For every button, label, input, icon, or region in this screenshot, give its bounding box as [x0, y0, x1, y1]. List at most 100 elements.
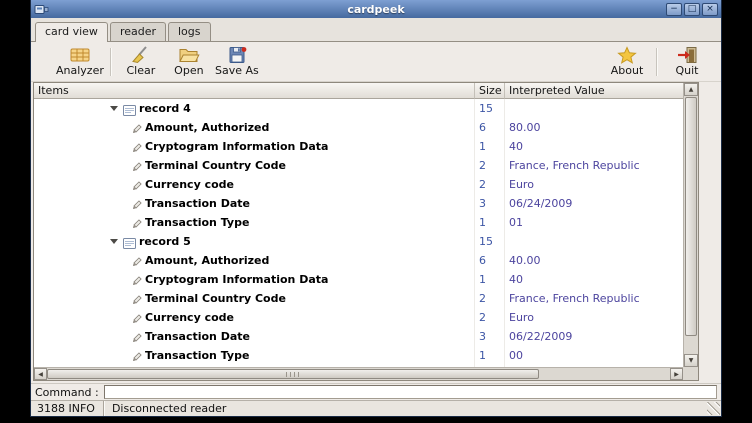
app-window: cardpeek − □ × card view reader logs [30, 0, 722, 417]
maximize-button[interactable]: □ [684, 3, 700, 16]
minimize-button[interactable]: − [666, 3, 682, 16]
column-header-size[interactable]: Size [475, 83, 505, 99]
tree-row[interactable]: record 4 15 [34, 99, 683, 118]
row-size: 15 [479, 99, 493, 118]
row-size: 1 [479, 213, 486, 232]
row-size: 2 [479, 175, 486, 194]
tree-row[interactable]: Amount, Authorized 6 40.00 [34, 251, 683, 270]
status-separator [103, 401, 105, 416]
screen-bezel: cardpeek − □ × card view reader logs [0, 0, 752, 423]
tree-viewport: record 4 15 Amount, Authorized 6 80.00 [34, 99, 683, 367]
row-value: Euro [509, 175, 534, 194]
row-size: 15 [479, 232, 493, 251]
close-button[interactable]: × [702, 3, 718, 16]
scroll-right-arrow-icon[interactable]: ▶ [670, 368, 683, 380]
tab-card-view[interactable]: card view [35, 22, 108, 42]
quit-button[interactable]: Quit [663, 43, 711, 80]
command-row: Command : [31, 383, 721, 400]
scrollbar-corner [683, 367, 698, 380]
row-value: 40 [509, 270, 523, 289]
tree-row[interactable]: Transaction Type 1 00 [34, 346, 683, 365]
vertical-scrollbar[interactable]: ▲ ▼ [683, 83, 698, 367]
row-value: 40 [509, 137, 523, 156]
toolbar-separator [656, 48, 658, 76]
clear-button[interactable]: Clear [117, 43, 165, 80]
scroll-down-arrow-icon[interactable]: ▼ [684, 354, 698, 367]
quit-door-icon [676, 46, 698, 64]
vertical-scrollbar-thumb[interactable] [685, 97, 697, 336]
row-value: 06/22/2009 [509, 327, 572, 346]
open-label: Open [174, 64, 203, 77]
tree-row[interactable]: Transaction Date 3 06/22/2009 [34, 327, 683, 346]
row-size: 1 [479, 270, 486, 289]
row-label: Transaction Type [145, 213, 249, 232]
save-as-button[interactable]: Save As [213, 43, 261, 80]
tree-row[interactable]: Amount, Authorized 6 80.00 [34, 118, 683, 137]
clear-broom-icon [130, 46, 152, 64]
open-button[interactable]: Open [165, 43, 213, 80]
column-header-interpreted-value[interactable]: Interpreted Value [505, 83, 683, 99]
row-size: 1 [479, 137, 486, 156]
scroll-up-arrow-icon[interactable]: ▲ [684, 83, 698, 96]
about-button[interactable]: About [603, 43, 651, 80]
row-value: 06/24/2009 [509, 194, 572, 213]
row-label: Transaction Date [145, 194, 250, 213]
tree-rows: record 4 15 Amount, Authorized 6 80.00 [34, 99, 683, 367]
window-controls: − □ × [666, 3, 718, 16]
row-value: France, French Republic [509, 289, 640, 308]
tree-row[interactable]: record 5 15 [34, 232, 683, 251]
row-label: Transaction Type [145, 346, 249, 365]
column-header-items[interactable]: Items [34, 83, 475, 99]
row-size: 1 [479, 346, 486, 365]
about-label: About [611, 64, 644, 77]
horizontal-scrollbar[interactable]: ◀ ▶ [34, 367, 683, 380]
row-label: Terminal Country Code [145, 289, 286, 308]
row-label: record 4 [139, 99, 191, 118]
cardpeek-app-icon[interactable] [34, 3, 49, 16]
tree-frame: Items Size Interpreted Value [33, 82, 699, 381]
row-label: Terminal Country Code [145, 156, 286, 175]
tab-logs[interactable]: logs [168, 22, 211, 41]
tree-row[interactable]: Cryptogram Information Data 1 40 [34, 137, 683, 156]
row-size: 2 [479, 308, 486, 327]
row-label: Cryptogram Information Data [145, 137, 328, 156]
tab-reader[interactable]: reader [110, 22, 166, 41]
tree-row[interactable]: Terminal Country Code 2 France, French R… [34, 289, 683, 308]
about-star-icon [616, 46, 638, 64]
status-bar: 3188 INFO Disconnected reader [31, 400, 721, 416]
scrollbar-grip-icon [286, 372, 300, 377]
analyzer-button[interactable]: Analyzer [55, 43, 105, 80]
expander-collapse-icon[interactable] [110, 106, 118, 111]
resize-grip-icon[interactable] [707, 402, 720, 415]
tree-row[interactable]: Transaction Type 1 01 [34, 213, 683, 232]
scroll-left-arrow-icon[interactable]: ◀ [34, 368, 47, 380]
row-value: 00 [509, 346, 523, 365]
status-code: 3188 INFO [31, 402, 103, 415]
row-label: Currency code [145, 308, 234, 327]
tree-row[interactable]: Terminal Country Code 2 France, French R… [34, 156, 683, 175]
expander-collapse-icon[interactable] [110, 239, 118, 244]
quit-label: Quit [676, 64, 699, 77]
row-value: 40.00 [509, 251, 541, 270]
titlebar: cardpeek − □ × [31, 0, 721, 18]
tree-area: Items Size Interpreted Value [31, 82, 721, 383]
horizontal-scrollbar-thumb[interactable] [47, 369, 539, 379]
status-message: Disconnected reader [112, 402, 226, 415]
window-title: cardpeek [31, 3, 721, 16]
row-size: 3 [479, 194, 486, 213]
save-as-floppy-icon [226, 46, 248, 64]
row-value: 80.00 [509, 118, 541, 137]
row-size: 2 [479, 289, 486, 308]
row-label: Currency code [145, 175, 234, 194]
row-value: 01 [509, 213, 523, 232]
row-label: Amount, Authorized [145, 251, 269, 270]
save-as-label: Save As [215, 64, 259, 77]
tree-row[interactable]: Transaction Date 3 06/24/2009 [34, 194, 683, 213]
tree-row[interactable]: Cryptogram Information Data 1 40 [34, 270, 683, 289]
row-value: France, French Republic [509, 156, 640, 175]
command-input[interactable] [104, 385, 717, 399]
tree-row[interactable]: Currency code 2 Euro [34, 308, 683, 327]
toolbar: Analyzer Clear Open [31, 42, 721, 82]
tree-header: Items Size Interpreted Value [34, 83, 683, 99]
tree-row[interactable]: Currency code 2 Euro [34, 175, 683, 194]
